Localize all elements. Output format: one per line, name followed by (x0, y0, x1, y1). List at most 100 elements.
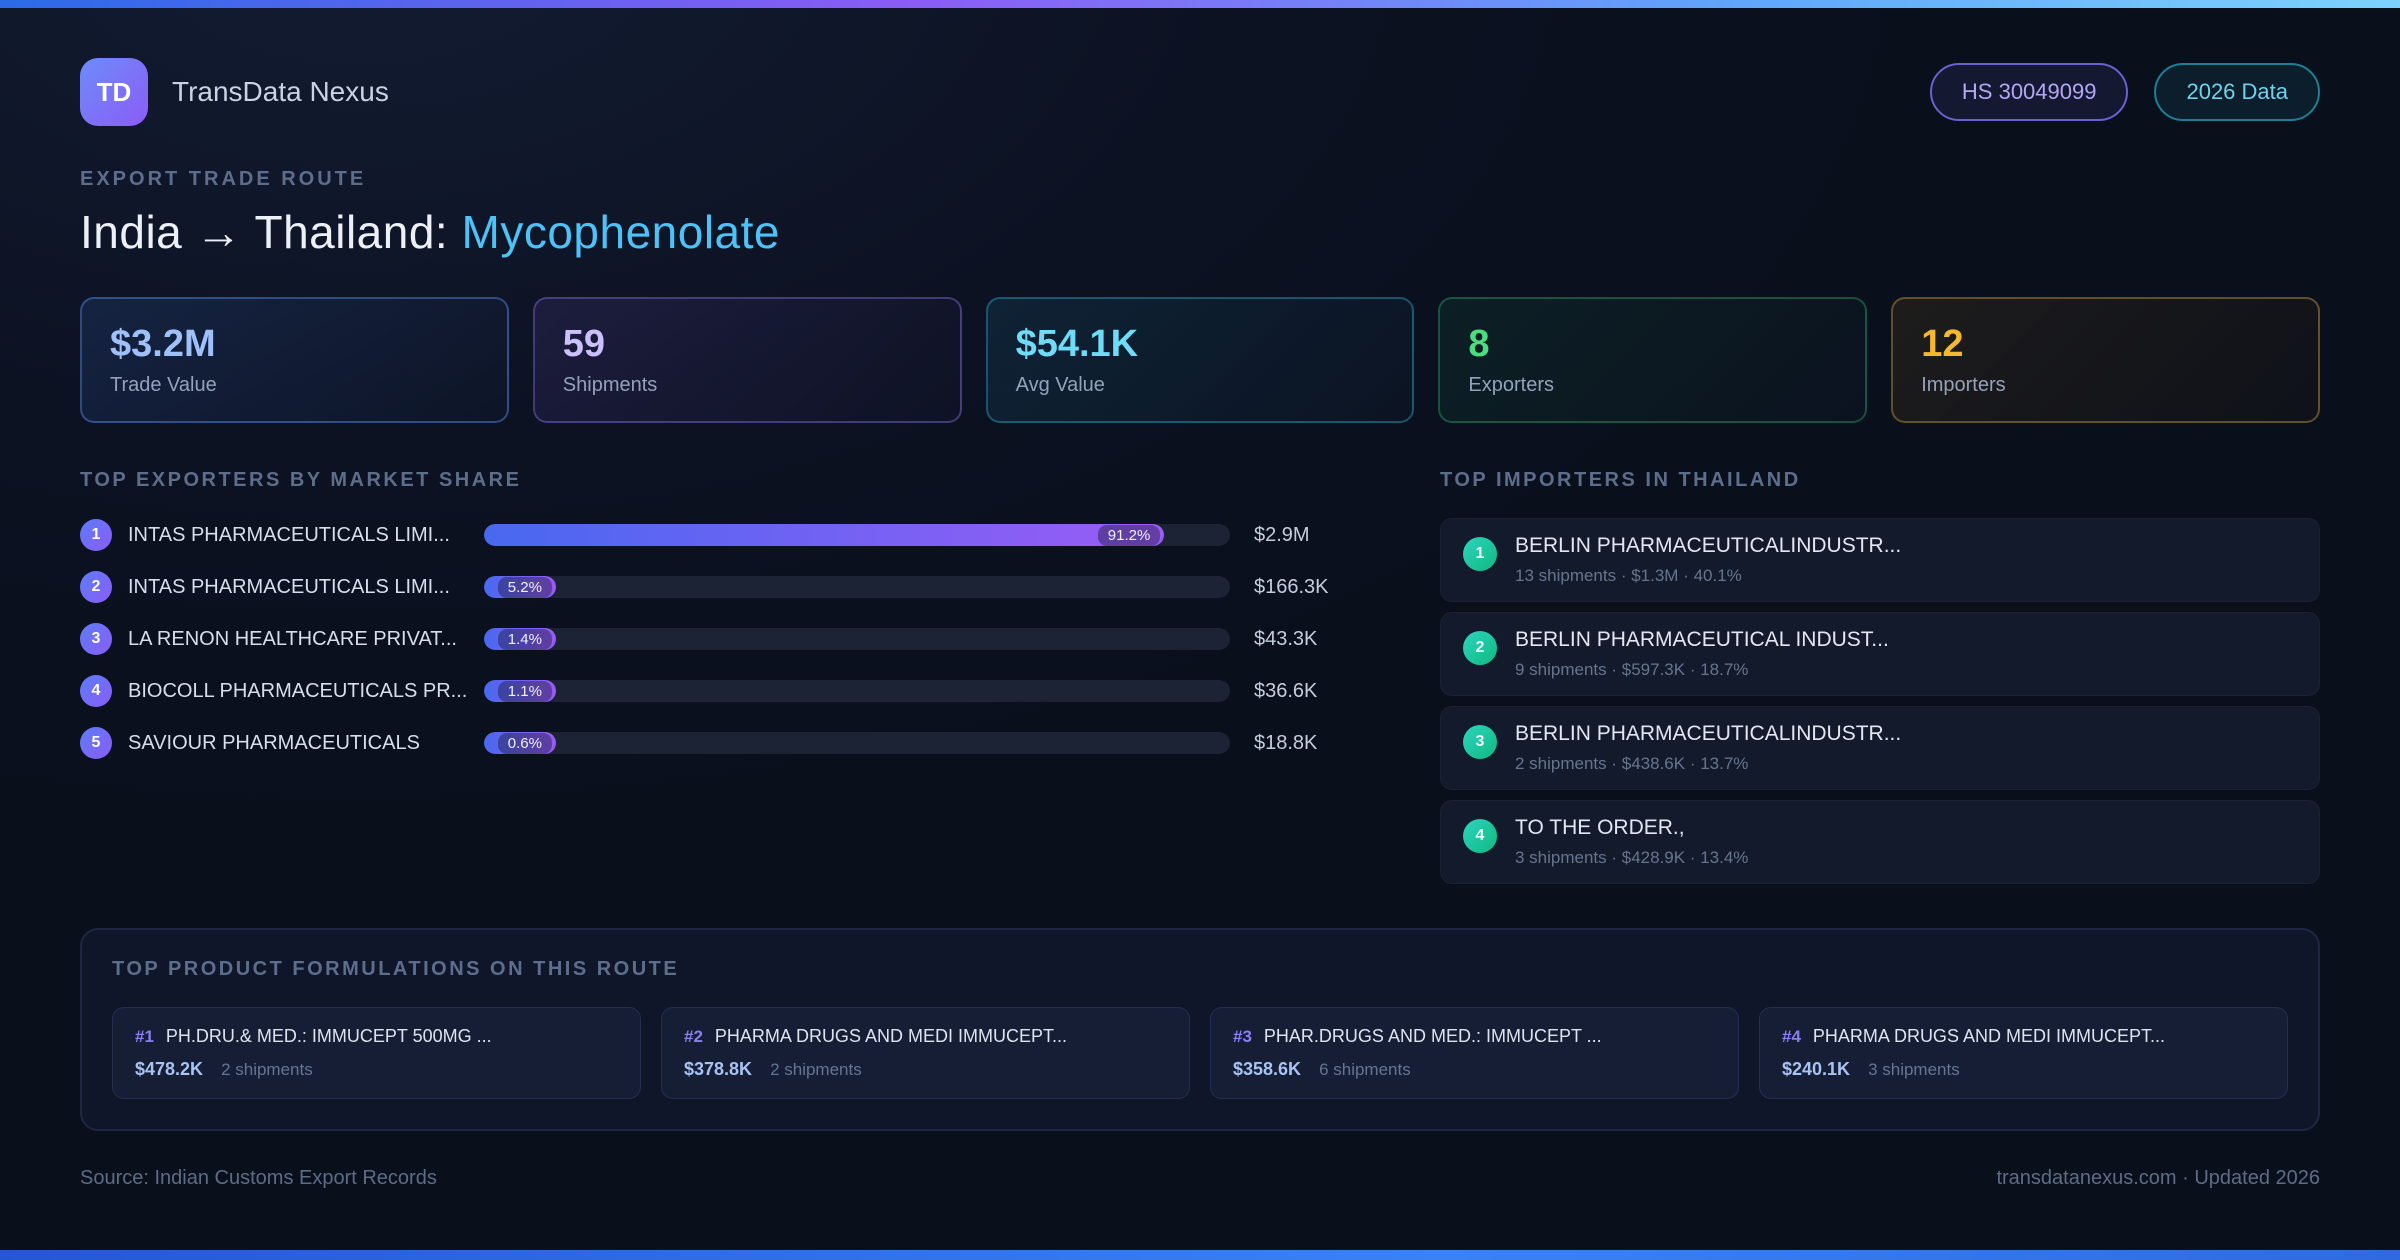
product-value: $240.1K (1782, 1059, 1851, 1079)
market-share-bar: 1.1% (484, 680, 1230, 702)
stat-label: Shipments (562, 374, 658, 396)
exporter-value: $2.9M (1254, 523, 1310, 546)
exporter-name: SAVIOUR PHARMACEUTICALS (128, 731, 420, 754)
stat-card-avg-value: $54.1K Avg Value (985, 297, 1415, 423)
rank-badge: 4 (1463, 819, 1497, 853)
top-accent-bar (0, 0, 2400, 8)
importer-info: BERLIN PHARMACEUTICALINDUSTR... 13 shipm… (1515, 534, 1901, 586)
rank-badge: 2 (1463, 631, 1497, 665)
exporters-heading: TOP EXPORTERS BY MARKET SHARE (80, 469, 522, 491)
brand-logo-initials: TD (96, 76, 132, 107)
market-share-bar-fill: 1.1% (484, 680, 556, 702)
importer-detail: 3 shipments · $428.9K · 13.4% (1515, 848, 1749, 867)
rank-badge: 2 (80, 571, 112, 603)
market-share-percent: 91.2% (1097, 524, 1161, 546)
stat-value: 59 (562, 323, 606, 365)
importer-row: 4 TO THE ORDER., 3 shipments · $428.9K ·… (1440, 800, 2320, 884)
product-name: PHARMA DRUGS AND MEDI IMMUCEPT... (714, 1026, 1067, 1046)
market-share-percent: 1.1% (497, 680, 552, 702)
market-share-bar-fill: 5.2% (484, 576, 556, 598)
exporter-row: 2 INTAS PHARMACEUTICALS LIMI... 5.2% $16… (80, 570, 1364, 604)
market-share-percent: 1.4% (497, 628, 552, 650)
stat-card-importers: 12 Importers (1891, 297, 2320, 423)
importers-heading: TOP IMPORTERS IN THAILAND (1440, 469, 1801, 491)
product-meta-line: $478.2K 2 shipments (135, 1059, 618, 1080)
rank-badge: 3 (80, 623, 112, 655)
stat-label: Exporters (1468, 374, 1554, 396)
stat-card-trade-value: $3.2M Trade Value (80, 297, 509, 423)
product-meta-line: $378.8K 2 shipments (684, 1059, 1167, 1080)
importer-info: BERLIN PHARMACEUTICAL INDUST... 9 shipme… (1515, 628, 1889, 680)
hs-code-badge[interactable]: HS 30049099 (1929, 63, 2129, 121)
rank-badge: 5 (80, 727, 112, 759)
year-data-badge[interactable]: 2026 Data (2154, 63, 2320, 121)
footer-source: Source: Indian Customs Export Records (80, 1167, 437, 1189)
product-title-line: #3 PHAR.DRUGS AND MED.: IMMUCEPT ... (1233, 1026, 1716, 1047)
stat-cards: $3.2M Trade Value 59 Shipments $54.1K Av… (80, 297, 2320, 423)
product-value: $358.6K (1233, 1059, 1302, 1079)
product-card: #1 PH.DRU.& MED.: IMMUCEPT 500MG ... $47… (112, 1007, 641, 1099)
eyebrow-label: EXPORT TRADE ROUTE (80, 168, 367, 190)
rank-badge: 1 (1463, 537, 1497, 571)
product-value: $378.8K (684, 1059, 753, 1079)
bottom-accent-bar (0, 1250, 2400, 1260)
product-shipments: 6 shipments (1319, 1060, 1411, 1079)
exporter-value: $43.3K (1254, 627, 1318, 650)
stat-card-shipments: 59 Shipments (532, 297, 962, 423)
importer-name: TO THE ORDER., (1515, 816, 1685, 839)
market-share-bar-fill: 91.2% (484, 524, 1165, 546)
product-rank: #4 (1782, 1027, 1801, 1046)
product-shipments: 3 shipments (1868, 1060, 1960, 1079)
footer-site: transdatanexus.com · Updated 2026 (1996, 1167, 2320, 1189)
stat-label: Avg Value (1015, 374, 1105, 396)
page-title: India → Thailand: Mycophenolate (80, 205, 2320, 259)
importer-row: 3 BERLIN PHARMACEUTICALINDUSTR... 2 ship… (1440, 706, 2320, 790)
importer-name: BERLIN PHARMACEUTICAL INDUST... (1515, 628, 1889, 651)
main-columns: TOP EXPORTERS BY MARKET SHARE 1 INTAS PH… (80, 469, 2320, 894)
page-title-route: India → Thailand: (80, 206, 462, 258)
importer-detail: 2 shipments · $438.6K · 13.7% (1515, 754, 1749, 773)
stat-card-exporters: 8 Exporters (1438, 297, 1868, 423)
exporter-value: $18.8K (1254, 731, 1318, 754)
exporters-section: TOP EXPORTERS BY MARKET SHARE 1 INTAS PH… (80, 469, 1364, 894)
exporter-name: INTAS PHARMACEUTICALS LIMI... (128, 523, 450, 546)
exporter-row: 5 SAVIOUR PHARMACEUTICALS 0.6% $18.8K (80, 726, 1364, 760)
product-name: PH.DRU.& MED.: IMMUCEPT 500MG ... (165, 1026, 492, 1046)
importer-name: BERLIN PHARMACEUTICALINDUSTR... (1515, 722, 1902, 745)
importer-detail: 13 shipments · $1.3M · 40.1% (1515, 566, 1742, 585)
product-title-line: #1 PH.DRU.& MED.: IMMUCEPT 500MG ... (135, 1026, 618, 1047)
product-card: #3 PHAR.DRUGS AND MED.: IMMUCEPT ... $35… (1210, 1007, 1739, 1099)
stat-label: Trade Value (110, 374, 217, 396)
market-share-bar: 5.2% (484, 576, 1230, 598)
market-share-percent: 5.2% (497, 576, 552, 598)
rank-badge: 4 (80, 675, 112, 707)
brand-name: TransData Nexus (172, 76, 389, 107)
importer-detail: 9 shipments · $597.3K · 18.7% (1515, 660, 1749, 679)
exporter-row: 1 INTAS PHARMACEUTICALS LIMI... 91.2% $2… (80, 518, 1364, 552)
dashboard-page: TD TransData Nexus HS 30049099 2026 Data… (0, 0, 2400, 1260)
market-share-bar-fill: 1.4% (484, 628, 556, 650)
importer-row: 1 BERLIN PHARMACEUTICALINDUSTR... 13 shi… (1440, 518, 2320, 602)
product-title-line: #4 PHARMA DRUGS AND MEDI IMMUCEPT... (1782, 1026, 2265, 1047)
product-shipments: 2 shipments (221, 1060, 313, 1079)
exporter-row: 4 BIOCOLL PHARMACEUTICALS PR... 1.1% $36… (80, 674, 1364, 708)
exporter-name: LA RENON HEALTHCARE PRIVAT... (128, 627, 457, 650)
product-rank: #1 (135, 1027, 154, 1046)
product-meta-line: $358.6K 6 shipments (1233, 1059, 1716, 1080)
brand: TD TransData Nexus (80, 58, 389, 126)
product-name: PHARMA DRUGS AND MEDI IMMUCEPT... (1812, 1026, 2165, 1046)
market-share-bar-fill: 0.6% (484, 732, 556, 754)
content-container: TD TransData Nexus HS 30049099 2026 Data… (0, 8, 2400, 1190)
products-panel: TOP PRODUCT FORMULATIONS ON THIS ROUTE #… (80, 928, 2320, 1131)
products-heading: TOP PRODUCT FORMULATIONS ON THIS ROUTE (112, 958, 680, 980)
importer-row: 2 BERLIN PHARMACEUTICAL INDUST... 9 ship… (1440, 612, 2320, 696)
stat-value: $54.1K (1015, 323, 1139, 365)
market-share-bar: 0.6% (484, 732, 1230, 754)
header-badges: HS 30049099 2026 Data (1929, 63, 2320, 121)
product-rank: #3 (1233, 1027, 1252, 1046)
products-row: #1 PH.DRU.& MED.: IMMUCEPT 500MG ... $47… (112, 1007, 2288, 1099)
product-name: PHAR.DRUGS AND MED.: IMMUCEPT ... (1263, 1026, 1602, 1046)
product-value: $478.2K (135, 1059, 204, 1079)
rank-badge: 1 (80, 519, 112, 551)
exporter-name: BIOCOLL PHARMACEUTICALS PR... (128, 679, 468, 702)
